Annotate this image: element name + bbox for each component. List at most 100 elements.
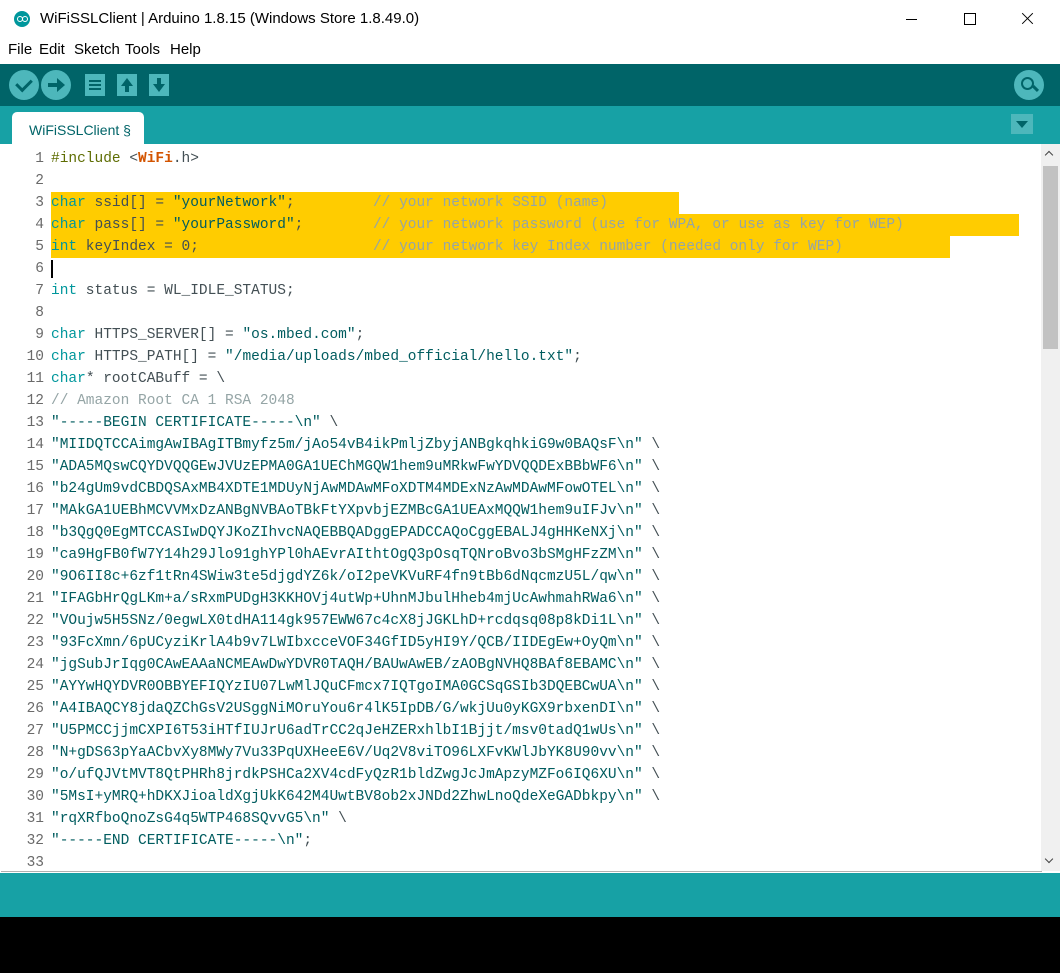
maximize-button[interactable] bbox=[945, 0, 991, 38]
code-line[interactable]: 17 "MAkGA1UEBhMCVVMxDzANBgNVBAoTBkFtYXpvb… bbox=[0, 500, 1040, 522]
line-number: 20 bbox=[26, 569, 44, 585]
menu-help[interactable]: Help bbox=[170, 41, 201, 58]
code-line[interactable]: 27 "U5PMCCjjmCXPI6T53iHTfIUJrU6adTrCC2qJe… bbox=[0, 720, 1040, 742]
line-number: 6 bbox=[35, 261, 44, 277]
code-line[interactable]: 29 "o/ufQJVtMVT8QtPHRh8jrdkPSHCa2XV4cdFyQ… bbox=[0, 764, 1040, 786]
line-text: char pass[] = "yourPassword"; // your ne… bbox=[51, 217, 904, 233]
code-line[interactable]: 19 "ca9HgFB0fW7Y14h29Jlo91ghYPl0hAEvrAIth… bbox=[0, 544, 1040, 566]
code-line[interactable]: 5 int keyIndex = 0; // your network key I… bbox=[0, 236, 1040, 258]
save-icon[interactable] bbox=[146, 70, 172, 100]
console-output bbox=[0, 917, 1060, 973]
line-number: 1 bbox=[35, 151, 44, 167]
text-caret bbox=[51, 260, 53, 278]
code-line[interactable]: 16 "b24gUm9vdCBDQSAxMB4XDTE1MDUyNjAwMDAwM… bbox=[0, 478, 1040, 500]
code-line[interactable]: 33 bbox=[0, 852, 1040, 873]
serial-monitor-icon[interactable] bbox=[1014, 70, 1044, 100]
line-number: 15 bbox=[26, 459, 44, 475]
code-line[interactable]: 11 char* rootCABuff = \ bbox=[0, 368, 1040, 390]
line-number: 3 bbox=[35, 195, 44, 211]
menu-sketch[interactable]: Sketch bbox=[74, 41, 120, 58]
line-number: 31 bbox=[26, 811, 44, 827]
code-line[interactable]: 8 bbox=[0, 302, 1040, 324]
line-text: #include <WiFi.h> bbox=[51, 151, 199, 167]
code-line[interactable]: 9 char HTTPS_SERVER[] = "os.mbed.com"; bbox=[0, 324, 1040, 346]
code-line[interactable]: 23 "93FcXmn/6pUCyziKrlA4b9v7LWIbxcceVOF34… bbox=[0, 632, 1040, 654]
code-line[interactable]: 7 int status = WL_IDLE_STATUS; bbox=[0, 280, 1040, 302]
scroll-down-icon[interactable] bbox=[1041, 851, 1060, 871]
menu-tools[interactable]: Tools bbox=[125, 41, 160, 58]
line-text: char ssid[] = "yourNetwork"; // your net… bbox=[51, 195, 608, 211]
line-text: // Amazon Root CA 1 RSA 2048 bbox=[51, 393, 295, 409]
line-text: "rqXRfboQnoZsG4q5WTP468SQvvG5\n" \ bbox=[51, 811, 347, 827]
line-number: 13 bbox=[26, 415, 44, 431]
vertical-scrollbar[interactable] bbox=[1041, 144, 1060, 871]
line-text: "VOujw5H5SNz/0egwLX0tdHA114gk957EWW67c4c… bbox=[51, 613, 661, 629]
scroll-up-icon[interactable] bbox=[1041, 144, 1060, 164]
code-line[interactable]: 13 "-----BEGIN CERTIFICATE-----\n" \ bbox=[0, 412, 1040, 434]
code-line[interactable]: 30 "5MsI+yMRQ+hDKXJioaldXgjUkK642M4UwtBV8… bbox=[0, 786, 1040, 808]
code-line[interactable]: 3 char ssid[] = "yourNetwork"; // your ne… bbox=[0, 192, 1040, 214]
code-line[interactable]: 24 "jgSubJrIqg0CAwEAAaNCMEAwDwYDVR0TAQH/B… bbox=[0, 654, 1040, 676]
menu-edit[interactable]: Edit bbox=[39, 41, 65, 58]
line-number: 17 bbox=[26, 503, 44, 519]
code-line[interactable]: 15 "ADA5MQswCQYDVQQGEwJVUzEPMA0GA1UEChMGQ… bbox=[0, 456, 1040, 478]
code-line[interactable]: 18 "b3QgQ0EgMTCCASIwDQYJKoZIhvcNAQEBBQADg… bbox=[0, 522, 1040, 544]
line-text: char HTTPS_SERVER[] = "os.mbed.com"; bbox=[51, 327, 365, 343]
line-text: "AYYwHQYDVR0OBBYEFIQYzIU07LwMlJQuCFmcx7I… bbox=[51, 679, 661, 695]
code-line[interactable]: 20 "9O6II8c+6zf1tRn4SWiw3te5djgdYZ6k/oI2p… bbox=[0, 566, 1040, 588]
line-number: 24 bbox=[26, 657, 44, 673]
line-text: "MAkGA1UEBhMCVVMxDzANBgNVBAoTBkFtYXpvbjE… bbox=[51, 503, 661, 519]
arduino-ide-window: WiFiSSLClient | Arduino 1.8.15 (Windows … bbox=[0, 0, 1060, 973]
line-text: "o/ufQJVtMVT8QtPHRh8jrdkPSHCa2XV4cdFyQzR… bbox=[51, 767, 661, 783]
line-number: 29 bbox=[26, 767, 44, 783]
code-line[interactable]: 1 #include <WiFi.h> bbox=[0, 148, 1040, 170]
line-number: 22 bbox=[26, 613, 44, 629]
code-lines: 1 #include <WiFi.h> 2 3 char ssid[] = "yourN… bbox=[0, 148, 1040, 873]
window-title: WiFiSSLClient | Arduino 1.8.15 (Windows … bbox=[40, 10, 420, 27]
line-text: "-----END CERTIFICATE-----\n"; bbox=[51, 833, 313, 849]
line-text: "b3QgQ0EgMTCCASIwDQYJKoZIhvcNAQEBBQADggE… bbox=[51, 525, 661, 541]
code-line[interactable]: 2 bbox=[0, 170, 1040, 192]
menu-bar: File Edit Sketch Tools Help bbox=[0, 38, 1060, 62]
code-line[interactable]: 32 "-----END CERTIFICATE-----\n"; bbox=[0, 830, 1040, 852]
line-number: 9 bbox=[35, 327, 44, 343]
line-number: 2 bbox=[35, 173, 44, 189]
status-bar bbox=[0, 873, 1060, 917]
line-number: 11 bbox=[26, 371, 44, 387]
code-line[interactable]: 26 "A4IBAQCY8jdaQZChGsV2USggNiMOruYou6r4l… bbox=[0, 698, 1040, 720]
line-number: 14 bbox=[26, 437, 44, 453]
line-text: "9O6II8c+6zf1tRn4SWiw3te5djgdYZ6k/oI2peV… bbox=[51, 569, 661, 585]
line-number: 7 bbox=[35, 283, 44, 299]
line-number: 5 bbox=[35, 239, 44, 255]
line-number: 16 bbox=[26, 481, 44, 497]
code-line[interactable]: 22 "VOujw5H5SNz/0egwLX0tdHA114gk957EWW67c… bbox=[0, 610, 1040, 632]
code-line[interactable]: 25 "AYYwHQYDVR0OBBYEFIQYzIU07LwMlJQuCFmcx… bbox=[0, 676, 1040, 698]
menu-file[interactable]: File bbox=[8, 41, 32, 58]
code-line[interactable]: 21 "IFAGbHrQgLKm+a/sRxmPUDgH3KKHOVj4utWp+… bbox=[0, 588, 1040, 610]
code-line[interactable]: 6 bbox=[0, 258, 1040, 280]
code-line[interactable]: 10 char HTTPS_PATH[] = "/media/uploads/mb… bbox=[0, 346, 1040, 368]
line-text: "jgSubJrIqg0CAwEAAaNCMEAwDwYDVR0TAQH/BAU… bbox=[51, 657, 661, 673]
code-line[interactable]: 4 char pass[] = "yourPassword"; // your n… bbox=[0, 214, 1040, 236]
code-line[interactable]: 12 // Amazon Root CA 1 RSA 2048 bbox=[0, 390, 1040, 412]
code-line[interactable]: 14 "MIIDQTCCAimgAwIBAgITBmyfz5m/jAo54vB4i… bbox=[0, 434, 1040, 456]
line-number: 30 bbox=[26, 789, 44, 805]
tab-wifisslclient[interactable]: WiFiSSLClient § bbox=[12, 112, 144, 144]
chevron-down-icon[interactable] bbox=[1011, 114, 1033, 134]
line-number: 26 bbox=[26, 701, 44, 717]
toolbar bbox=[0, 64, 1060, 106]
code-line[interactable]: 31 "rqXRfboQnoZsG4q5WTP468SQvvG5\n" \ bbox=[0, 808, 1040, 830]
minimize-button[interactable] bbox=[888, 0, 934, 38]
new-icon[interactable] bbox=[82, 70, 108, 100]
title-bar[interactable]: WiFiSSLClient | Arduino 1.8.15 (Windows … bbox=[0, 0, 1060, 38]
line-number: 21 bbox=[26, 591, 44, 607]
code-line[interactable]: 28 "N+gDS63pYaACbvXy8MWy7Vu33PqUXHeeE6V/U… bbox=[0, 742, 1040, 764]
upload-icon[interactable] bbox=[41, 70, 71, 100]
open-icon[interactable] bbox=[114, 70, 140, 100]
close-button[interactable] bbox=[1003, 0, 1049, 38]
scrollbar-thumb[interactable] bbox=[1043, 166, 1058, 349]
code-editor[interactable]: 1 #include <WiFi.h> 2 3 char ssid[] = "yourN… bbox=[0, 144, 1060, 873]
verify-icon[interactable] bbox=[9, 70, 39, 100]
line-text: char HTTPS_PATH[] = "/media/uploads/mbed… bbox=[51, 349, 582, 365]
line-text: int keyIndex = 0; // your network key In… bbox=[51, 239, 843, 255]
